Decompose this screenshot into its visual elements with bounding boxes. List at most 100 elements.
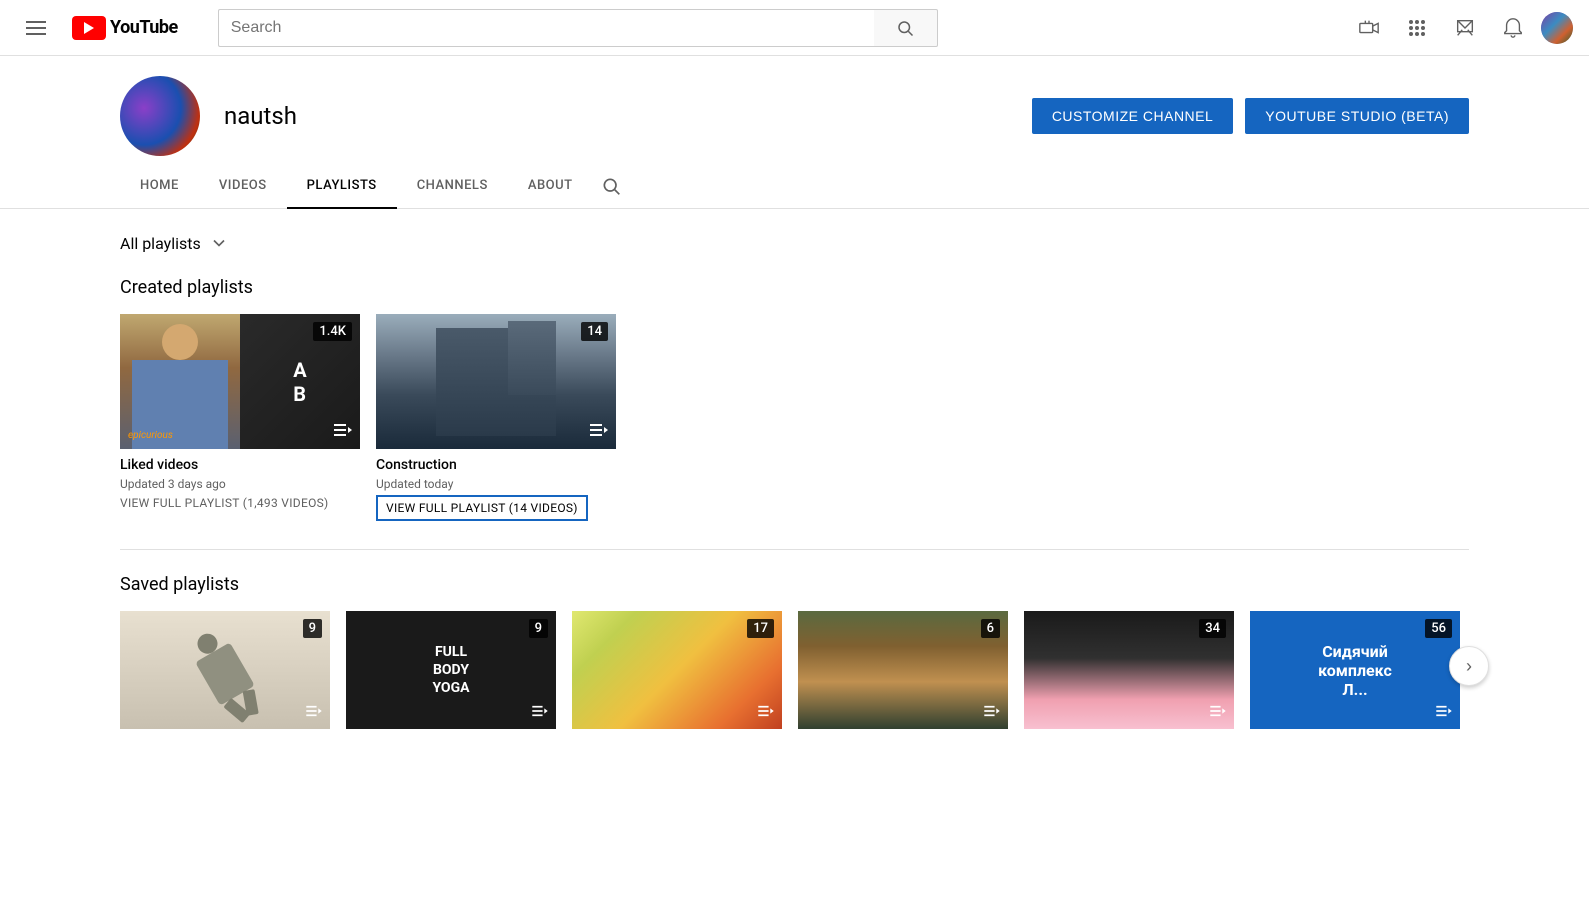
channel-avatar[interactable]	[120, 76, 200, 156]
russian-count: 56	[1425, 619, 1452, 638]
saved-playlists-title: Saved playlists	[120, 574, 1469, 595]
dog-count: 6	[981, 619, 1000, 638]
channel-search-button[interactable]	[593, 168, 629, 204]
saved-thumb-dark: FULLBODYYOGA 9	[346, 611, 556, 729]
messages-button[interactable]	[1445, 8, 1485, 48]
carousel-next-button[interactable]: ›	[1449, 646, 1489, 686]
construction-count: 14	[581, 322, 608, 341]
tab-playlists[interactable]: PLAYLISTS	[287, 164, 397, 209]
playlist-card-construction[interactable]: 14 Construction Updated today VIEW FULL …	[376, 314, 616, 525]
saved-playlists-row: 9	[120, 611, 1469, 729]
yoga-image	[120, 611, 330, 729]
saved-thumb-yoga: 9	[120, 611, 330, 729]
main-content: All playlists Created playlists	[0, 209, 1589, 753]
search-bar	[218, 9, 938, 47]
saved-playlist-girl[interactable]: 34	[1024, 611, 1234, 729]
construction-list-icon	[590, 422, 608, 441]
site-header: YouTube	[0, 0, 1589, 56]
saved-playlist-watercolor[interactable]: 17	[572, 611, 782, 729]
crane-shape	[508, 321, 556, 395]
channel-search-icon	[601, 176, 621, 196]
tab-home[interactable]: HOME	[120, 164, 199, 209]
created-playlists-title: Created playlists	[120, 277, 1469, 298]
saved-thumb-russian: СидячийкомплексЛ... 56	[1250, 611, 1460, 729]
tab-videos[interactable]: VIDEOS	[199, 164, 287, 209]
tab-channels[interactable]: CHANNELS	[397, 164, 508, 209]
user-avatar-button[interactable]	[1541, 12, 1573, 44]
playlist-thumb-construction: 14	[376, 314, 616, 449]
channel-info: nautsh	[120, 76, 297, 156]
watercolor-count: 17	[747, 619, 774, 638]
dog-image	[798, 611, 1008, 729]
person-head	[162, 324, 198, 360]
saved-playlist-russian[interactable]: СидячийкомплексЛ... 56	[1250, 611, 1460, 729]
create-video-button[interactable]	[1349, 8, 1389, 48]
search-icon	[896, 19, 914, 37]
playlist-thumb-liked: AB epicurious 1.4K	[120, 314, 360, 449]
youtube-logo[interactable]: YouTube	[72, 16, 178, 40]
watercolor-list-icon	[758, 702, 774, 721]
construction-title: Construction	[376, 457, 616, 473]
avatar	[1541, 12, 1573, 44]
search-button[interactable]	[874, 9, 938, 47]
liked-count: 1.4K	[313, 322, 352, 341]
apps-grid-icon	[1407, 18, 1427, 38]
tab-about[interactable]: ABOUT	[508, 164, 593, 209]
girl-list-icon	[1210, 702, 1226, 721]
liked-person-panel	[120, 314, 240, 449]
channel-avatar-image	[120, 76, 200, 156]
created-playlists-section: Created playlists AB	[120, 277, 1469, 525]
video-camera-icon	[1358, 17, 1380, 39]
created-playlists-row: AB epicurious 1.4K L	[120, 314, 1469, 525]
message-icon	[1454, 17, 1476, 39]
youtube-studio-button[interactable]: YOUTUBE STUDIO (BETA)	[1245, 98, 1469, 134]
saved-playlist-yoga[interactable]: 9	[120, 611, 330, 729]
saved-playlist-dark[interactable]: FULLBODYYOGA 9	[346, 611, 556, 729]
liked-title: Liked videos	[120, 457, 360, 473]
channel-actions: CUSTOMIZE CHANNEL YOUTUBE STUDIO (BETA)	[1032, 98, 1469, 134]
playlist-card-liked[interactable]: AB epicurious 1.4K L	[120, 314, 360, 525]
header-right	[1349, 8, 1573, 48]
russian-list-icon	[1436, 702, 1452, 721]
youtube-logo-icon	[72, 16, 106, 40]
saved-playlist-dog[interactable]: 6	[798, 611, 1008, 729]
saved-playlists-section: Saved playlists	[120, 574, 1469, 729]
apps-button[interactable]	[1397, 8, 1437, 48]
liked-meta: Updated 3 days ago	[120, 477, 360, 491]
liked-list-icon	[334, 422, 352, 441]
dog-list-icon	[984, 702, 1000, 721]
construction-view-link[interactable]: VIEW FULL PLAYLIST (14 VIDEOS)	[376, 495, 588, 521]
hamburger-menu-button[interactable]	[16, 8, 56, 48]
playlist-filter[interactable]: All playlists	[120, 233, 1469, 253]
russian-text: СидячийкомплексЛ...	[1318, 642, 1392, 699]
section-divider	[120, 549, 1469, 550]
customize-channel-button[interactable]: CUSTOMIZE CHANNEL	[1032, 98, 1233, 134]
channel-name: nautsh	[224, 102, 297, 130]
saved-thumb-watercolor: 17	[572, 611, 782, 729]
dark-list-icon	[532, 702, 548, 721]
construction-playlist-info: Construction Updated today VIEW FULL PLA…	[376, 449, 616, 525]
girl-count: 34	[1199, 619, 1226, 638]
yoga-list-icon	[306, 702, 322, 721]
bell-icon	[1502, 17, 1524, 39]
hamburger-icon	[26, 21, 46, 35]
dark-count: 9	[529, 619, 548, 638]
saved-thumb-dog: 6	[798, 611, 1008, 729]
epicurious-label: epicurious	[128, 430, 173, 441]
search-input[interactable]	[218, 9, 874, 47]
channel-nav: HOME VIDEOS PLAYLISTS CHANNELS ABOUT	[0, 164, 1589, 209]
construction-meta: Updated today	[376, 477, 616, 491]
liked-playlist-info: Liked videos Updated 3 days ago VIEW FUL…	[120, 449, 360, 515]
notifications-button[interactable]	[1493, 8, 1533, 48]
dark-card-text: FULLBODYYOGA	[432, 643, 469, 698]
filter-label: All playlists	[120, 234, 201, 253]
liked-ab-text: AB	[293, 358, 306, 406]
liked-view-link[interactable]: VIEW FULL PLAYLIST (1,493 VIDEOS)	[120, 496, 329, 510]
construction-image	[376, 314, 616, 449]
header-left: YouTube	[16, 8, 178, 48]
channel-header: nautsh CUSTOMIZE CHANNEL YOUTUBE STUDIO …	[0, 56, 1589, 156]
saved-playlists-carousel: 9	[120, 611, 1469, 729]
chevron-down-icon	[209, 233, 229, 253]
dark-card-content: FULLBODYYOGA	[346, 611, 556, 729]
saved-thumb-girl: 34	[1024, 611, 1234, 729]
